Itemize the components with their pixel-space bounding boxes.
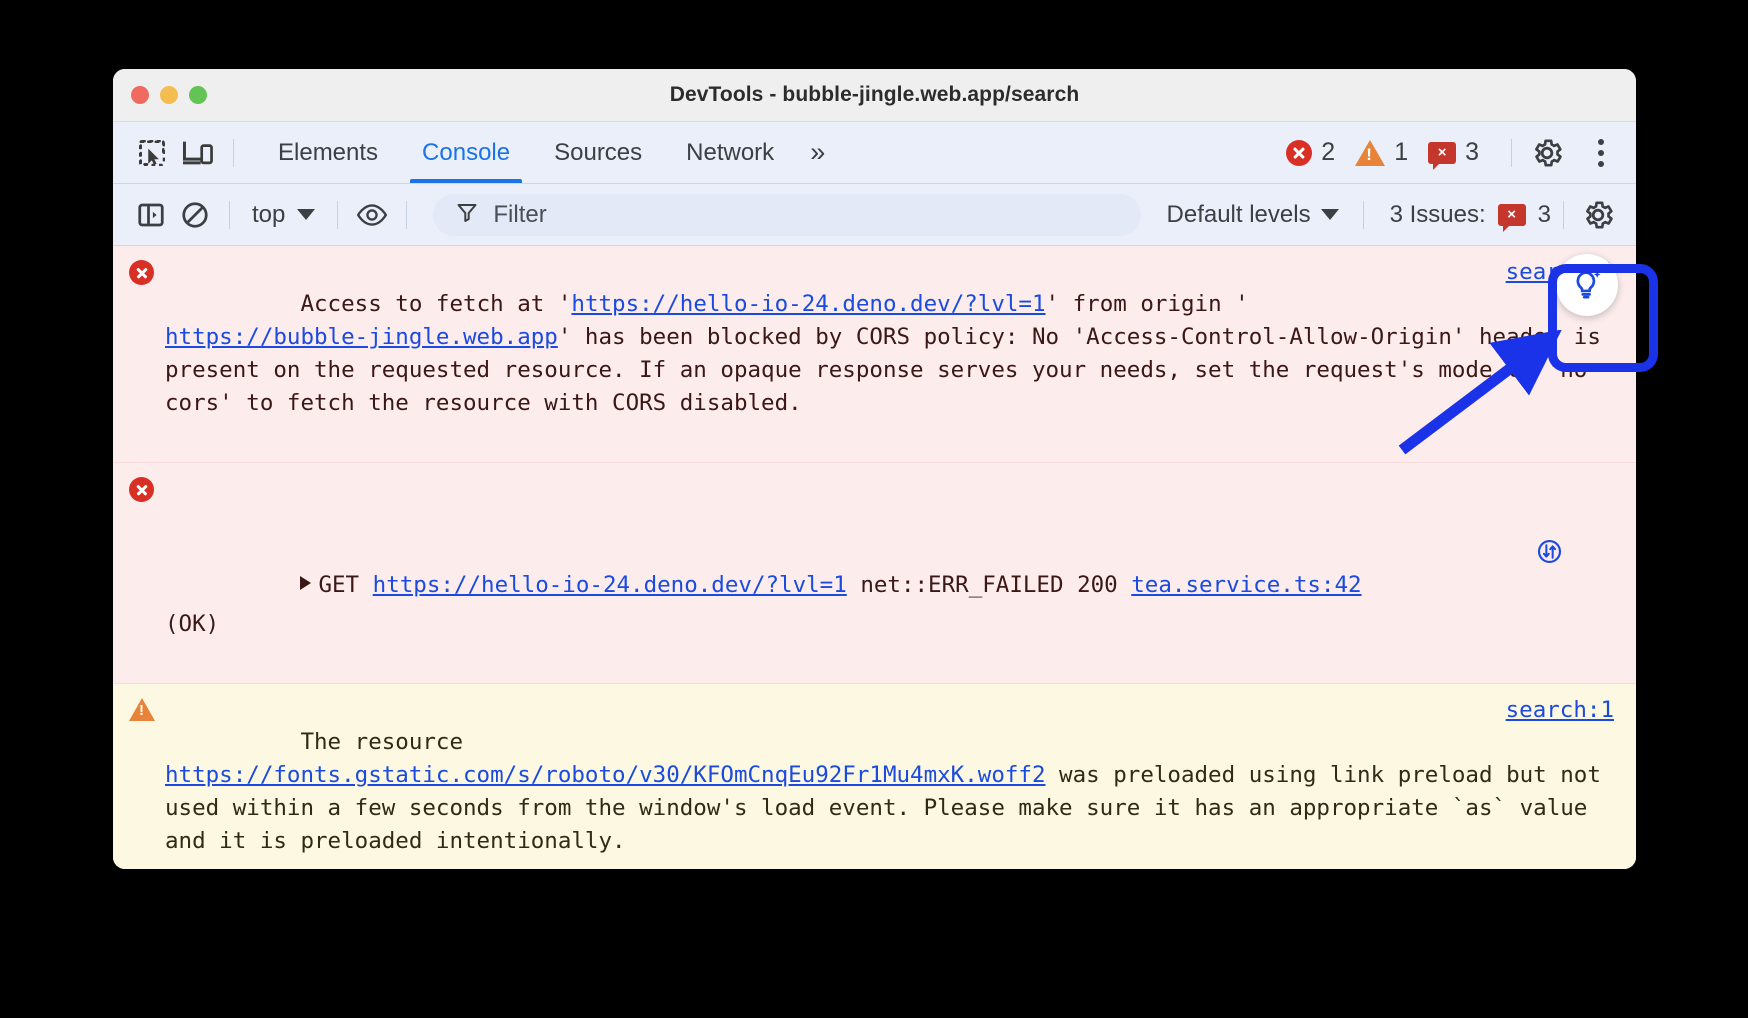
tab-sources-label: Sources (554, 139, 642, 167)
status-divider (1511, 139, 1512, 167)
tab-network[interactable]: Network (664, 122, 796, 183)
issues-button[interactable]: 3 Issues: × 3 (1376, 201, 1551, 229)
inspect-element-icon[interactable] (129, 130, 175, 176)
source-link-inline[interactable]: tea.service.ts:42 (1131, 572, 1361, 598)
devtools-tabstrip: Elements Console Sources Network » 2 (113, 122, 1636, 184)
tab-elements[interactable]: Elements (256, 122, 400, 183)
message-text: GET https://hello-io-24.deno.dev/?lvl=1 … (165, 472, 1622, 674)
devtools-window: DevTools - bubble-jingle.web.app/search (113, 69, 1636, 869)
console-message-error-cors[interactable]: Access to fetch at 'https://hello-io-24.… (113, 246, 1636, 463)
filter-icon (455, 200, 479, 229)
zoom-window-button[interactable] (189, 86, 207, 104)
console-toolbar-divider-5 (1563, 201, 1564, 229)
console-sidebar-icon[interactable] (129, 193, 173, 237)
console-settings-gear-icon[interactable] (1576, 193, 1620, 237)
message-part: net::ERR_FAILED 200 (847, 572, 1131, 598)
warning-icon (1355, 140, 1385, 166)
tab-sources[interactable]: Sources (532, 122, 664, 183)
issues-counter[interactable]: × 3 (1428, 138, 1493, 167)
minimize-window-button[interactable] (160, 86, 178, 104)
execution-context-selector[interactable]: top (242, 201, 325, 229)
chevron-down-icon (297, 209, 315, 220)
console-toolbar-divider-3 (406, 201, 407, 229)
console-toolbar-divider-2 (337, 201, 338, 229)
issue-icon: × (1428, 142, 1456, 164)
message-link-request-url[interactable]: https://hello-io-24.deno.dev/?lvl=1 (373, 572, 847, 598)
chevron-down-icon (1321, 209, 1339, 220)
message-link-fetch-url[interactable]: https://hello-io-24.deno.dev/?lvl=1 (571, 291, 1045, 317)
clear-console-icon[interactable] (173, 193, 217, 237)
message-part: The resource (300, 729, 463, 755)
message-text: The resource https://fonts.gstatic.com/s… (165, 693, 1622, 869)
panel-tabs: Elements Console Sources Network » (256, 122, 836, 183)
toolbar-divider (233, 139, 234, 167)
console-message-warning-preload[interactable]: The resource https://fonts.gstatic.com/s… (113, 684, 1636, 869)
ai-assistance-button[interactable] (1556, 254, 1618, 316)
tab-elements-label: Elements (278, 139, 378, 167)
message-text: Access to fetch at 'https://hello-io-24.… (165, 255, 1622, 453)
message-link-origin[interactable]: https://bubble-jingle.web.app (165, 324, 558, 350)
warning-count: 1 (1394, 138, 1408, 167)
warning-icon (129, 693, 165, 869)
issue-count: 3 (1465, 138, 1479, 167)
execution-context-label: top (252, 201, 285, 229)
console-message-error-request[interactable]: GET https://hello-io-24.deno.dev/?lvl=1 … (113, 463, 1636, 684)
log-levels-label: Default levels (1167, 201, 1311, 229)
console-toolbar-divider-1 (229, 201, 230, 229)
console-message-list[interactable]: Access to fetch at 'https://hello-io-24.… (113, 246, 1636, 866)
error-count: 2 (1321, 138, 1335, 167)
device-toolbar-icon[interactable] (175, 130, 221, 176)
tab-console[interactable]: Console (400, 122, 532, 183)
console-toolbar-divider-4 (1363, 201, 1364, 229)
warning-counter[interactable]: 1 (1355, 138, 1422, 167)
tab-network-label: Network (686, 139, 774, 167)
console-toolbar: top Default levels (113, 184, 1636, 246)
lightbulb-sparkle-icon (1570, 268, 1604, 302)
error-icon (129, 472, 165, 674)
network-request-icon[interactable] (1374, 505, 1564, 608)
search-input[interactable] (493, 201, 1118, 229)
filter-box[interactable] (433, 194, 1140, 236)
log-levels-selector[interactable]: Default levels (1155, 201, 1351, 229)
close-window-button[interactable] (131, 86, 149, 104)
message-trailing-text: (OK) (165, 611, 219, 637)
source-link[interactable]: search:1 (1506, 694, 1614, 727)
message-part: GET (318, 572, 372, 598)
issues-label: 3 Issues: (1390, 201, 1486, 229)
window-title: DevTools - bubble-jingle.web.app/search (113, 83, 1636, 107)
error-counter[interactable]: 2 (1286, 138, 1349, 167)
error-icon (1286, 140, 1312, 166)
message-part: Access to fetch at ' (300, 291, 571, 317)
issues-count: 3 (1538, 201, 1551, 229)
window-titlebar: DevTools - bubble-jingle.web.app/search (113, 69, 1636, 122)
screen: DevTools - bubble-jingle.web.app/search (0, 0, 1748, 1018)
message-link-font-url[interactable]: https://fonts.gstatic.com/s/roboto/v30/K… (165, 762, 1046, 788)
settings-gear-icon[interactable] (1524, 130, 1570, 176)
expand-triangle-icon[interactable] (300, 576, 311, 590)
more-options-icon[interactable] (1584, 133, 1618, 173)
issue-icon: × (1498, 204, 1526, 226)
tabstrip-status-area: 2 1 × 3 (1286, 130, 1636, 176)
live-expression-icon[interactable] (350, 193, 394, 237)
more-tabs-button[interactable]: » (796, 137, 836, 168)
error-icon (129, 255, 165, 453)
message-part: ' from origin ' (1046, 291, 1249, 317)
tab-console-label: Console (422, 139, 510, 167)
traffic-lights (131, 86, 207, 104)
